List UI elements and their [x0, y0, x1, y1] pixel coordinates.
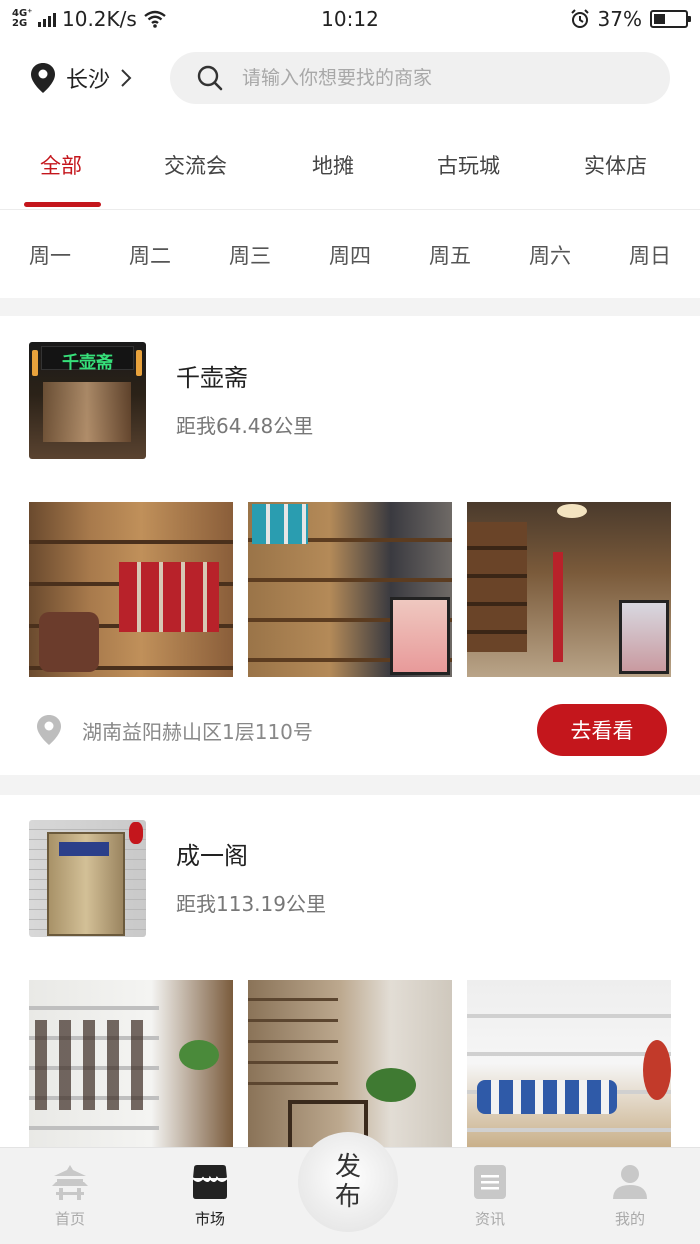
battery-icon	[650, 10, 691, 28]
plants	[179, 1040, 219, 1070]
storefront-interior	[43, 382, 131, 442]
shop-name[interactable]: 千壶斋	[176, 358, 248, 393]
shop-thumbnail[interactable]: 千壶斋	[29, 342, 146, 459]
shop-photo-2[interactable]	[248, 502, 452, 677]
active-tab-indicator	[24, 202, 101, 207]
shop-photo-2[interactable]	[248, 980, 452, 1147]
shop-name[interactable]: 成一阁	[176, 836, 248, 871]
door-sign	[59, 842, 109, 856]
teal-bags	[252, 504, 308, 544]
shop-photo-3[interactable]	[467, 980, 671, 1147]
wifi-icon	[144, 10, 166, 28]
shop-distance: 距我64.48公里	[176, 414, 314, 438]
news-icon	[474, 1165, 506, 1199]
chevron-right-icon	[121, 69, 132, 87]
network-type: 4G⁺ 2G	[12, 8, 33, 29]
weekday-mon[interactable]: 周一	[20, 240, 80, 270]
city-name: 长沙	[66, 68, 111, 93]
wall-racks	[248, 980, 338, 1090]
blue-white-porcelain	[477, 1080, 617, 1114]
shop-photo-3[interactable]	[467, 502, 671, 677]
hanging-plant	[366, 1068, 416, 1102]
shop-address: 湖南益阳赫山区1层110号	[82, 719, 313, 744]
alarm-icon	[570, 9, 589, 28]
address-row: 湖南益阳赫山区1层110号	[36, 714, 313, 746]
search-input[interactable]	[242, 67, 622, 89]
nav-profile-label: 我的	[614, 1210, 645, 1228]
weekday-wed[interactable]: 周三	[220, 240, 280, 270]
shop-card[interactable]: 千壶斋 千壶斋 距我64.48公里 湖南益阳赫山区1层110号 去看看	[0, 316, 700, 775]
display-case	[390, 597, 450, 675]
lamp-left	[32, 350, 38, 376]
jars	[39, 612, 99, 672]
search-bar[interactable]	[170, 52, 670, 104]
shop-icon	[192, 1165, 228, 1199]
tab-all[interactable]: 全部	[40, 150, 82, 180]
user-icon	[613, 1165, 647, 1199]
tab-exchange-fair[interactable]: 交流会	[164, 150, 227, 180]
status-left: 4G⁺ 2G 10.2K/s	[12, 7, 167, 31]
section-divider	[0, 298, 700, 316]
nav-news-label: 资讯	[474, 1210, 505, 1228]
red-lantern	[129, 822, 143, 844]
shop-photo-1[interactable]	[29, 502, 233, 677]
visit-shop-button[interactable]: 去看看	[537, 704, 667, 756]
network-speed: 10.2K/s	[62, 7, 137, 31]
weekday-thu[interactable]: 周四	[320, 240, 380, 270]
search-icon	[197, 65, 223, 91]
teapots	[35, 1020, 145, 1110]
battery-percent: 37%	[597, 7, 642, 31]
shop-sign-text: 千壶斋	[62, 353, 113, 373]
shop-card[interactable]: 成一阁 距我113.19公里	[0, 795, 700, 1147]
lamp-right	[136, 350, 142, 376]
red-leaves	[643, 1040, 671, 1100]
weekday-fri[interactable]: 周五	[420, 240, 480, 270]
publish-button[interactable]: 发布	[298, 1132, 398, 1232]
shelf-lines	[467, 980, 671, 1147]
nav-profile[interactable]: 我的	[590, 1162, 670, 1229]
nav-news[interactable]: 资讯	[450, 1162, 530, 1229]
nav-market-label: 市场	[194, 1210, 225, 1228]
publish-label: 发布	[334, 1152, 361, 1212]
display-case	[619, 600, 669, 674]
shop-photo-1[interactable]	[29, 980, 233, 1147]
shop-distance: 距我113.19公里	[176, 892, 326, 916]
status-right: 37%	[570, 7, 691, 31]
red-banner	[553, 552, 563, 662]
nav-market[interactable]: 市场	[170, 1162, 250, 1229]
weekday-sat[interactable]: 周六	[520, 240, 580, 270]
city-selector[interactable]: 长沙	[30, 62, 132, 94]
tab-street-stall[interactable]: 地摊	[312, 150, 354, 180]
bottom-nav: 首页 市场 发布 资讯 我的	[0, 1132, 700, 1244]
nav-home-label: 首页	[54, 1210, 85, 1228]
section-divider	[0, 775, 700, 795]
tab-antique-city[interactable]: 古玩城	[437, 150, 500, 180]
signal-icon	[38, 11, 56, 27]
shop-thumbnail[interactable]	[29, 820, 146, 937]
weekday-sun[interactable]: 周日	[620, 240, 680, 270]
red-boxes	[119, 562, 219, 632]
app-header: 长沙	[0, 50, 700, 106]
tab-physical-store[interactable]: 实体店	[584, 150, 647, 180]
pavilion-icon	[52, 1165, 88, 1200]
battery-level	[654, 14, 666, 24]
weekday-tabs: 周一 周二 周三 周四 周五 周六 周日	[0, 210, 700, 298]
location-pin-icon	[37, 715, 61, 745]
weekday-tue[interactable]: 周二	[120, 240, 180, 270]
category-tabs: 全部 交流会 地摊 古玩城 实体店	[0, 128, 700, 210]
ceiling-lamp	[557, 504, 587, 518]
shelf-lines	[467, 522, 527, 652]
nav-home[interactable]: 首页	[30, 1162, 110, 1229]
location-pin-icon	[31, 63, 55, 93]
status-bar: 4G⁺ 2G 10.2K/s 10:12 37%	[0, 0, 700, 38]
